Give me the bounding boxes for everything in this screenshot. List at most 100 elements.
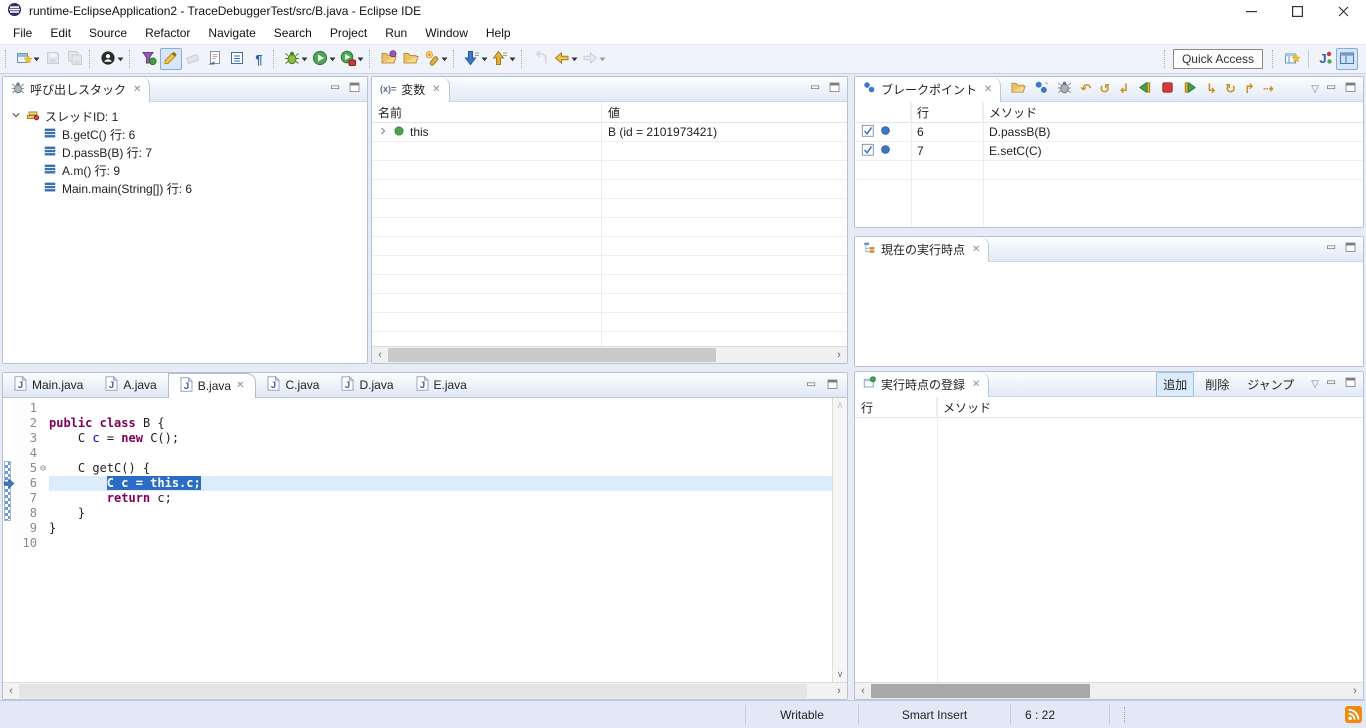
code-line[interactable]: 9} [3, 521, 832, 536]
back-step-return-button[interactable]: ↲ [1118, 82, 1129, 96]
stack-frame-item[interactable]: D.passB(B) 行: 7 [3, 143, 367, 161]
trace-tool-button[interactable] [138, 48, 160, 70]
scroll-left-icon[interactable]: ‹ [372, 349, 388, 361]
code-line[interactable]: 5⊖ C getC() { [3, 461, 832, 476]
close-view-icon[interactable]: ✕ [972, 379, 980, 390]
tab-breakpoints[interactable]: ブレークポイント ✕ [855, 77, 1001, 102]
minimize-view-icon[interactable] [1325, 81, 1338, 97]
line-margin[interactable] [3, 446, 15, 461]
scroll-down-icon[interactable]: ∨ [833, 669, 847, 680]
code-area[interactable]: 12public class B {3 C c = new C();45⊖ C … [3, 398, 832, 682]
dropdown-arrow-icon[interactable] [329, 57, 336, 62]
call-stack-thread[interactable]: スレッドID: 1 [3, 107, 367, 125]
back-step-over-button[interactable]: ↺ [1099, 82, 1110, 96]
line-number[interactable]: 4 [15, 446, 37, 461]
dropdown-arrow-icon[interactable] [117, 57, 124, 62]
menu-item-run[interactable]: Run [376, 23, 416, 43]
variable-row[interactable]: thisB (id = 2101973421) [372, 123, 847, 142]
expander-right-icon[interactable] [378, 125, 388, 139]
minimize-view-icon[interactable] [809, 81, 822, 97]
dropdown-arrow-icon[interactable] [357, 57, 364, 62]
close-tab-icon[interactable]: ✕ [236, 380, 244, 391]
debug-perspective-button[interactable] [1336, 48, 1358, 70]
minimize-view-icon[interactable] [1325, 376, 1338, 392]
code-line[interactable]: 4 [3, 446, 832, 461]
editor-vscrollbar[interactable]: ∧ ∨ [832, 398, 847, 682]
minimize-view-icon[interactable] [1325, 241, 1338, 257]
open-type-button[interactable] [378, 48, 400, 70]
line-number[interactable]: 10 [15, 536, 37, 551]
dropdown-arrow-icon[interactable] [599, 57, 606, 62]
dropdown-arrow-icon[interactable] [571, 57, 578, 62]
scroll-right-icon[interactable]: › [831, 685, 847, 697]
code-line[interactable]: 10 [3, 536, 832, 551]
minimize-view-icon[interactable] [329, 81, 342, 97]
editor-tab-C.java[interactable]: JC.java [256, 373, 330, 398]
view-menu-icon[interactable]: ▽ [1311, 84, 1319, 95]
prev-annotation-button[interactable] [490, 48, 518, 70]
menu-item-file[interactable]: File [4, 23, 41, 43]
column-header-line[interactable]: 行 [911, 102, 983, 122]
code-line[interactable]: 2public class B { [3, 416, 832, 431]
menu-item-source[interactable]: Source [80, 23, 136, 43]
run-coverage-button[interactable] [338, 48, 366, 70]
line-number[interactable]: 5 [15, 461, 37, 476]
tab-current-execution-point[interactable]: 現在の実行時点 ✕ [855, 237, 989, 262]
close-view-icon[interactable]: ✕ [984, 84, 992, 95]
line-number[interactable]: 1 [15, 401, 37, 416]
step-backward-button[interactable] [1137, 80, 1152, 98]
breakpoint-row[interactable]: 6D.passB(B) [855, 123, 1363, 142]
variables-hscrollbar[interactable]: ‹ › [372, 346, 847, 363]
code-line[interactable]: 3 C c = new C(); [3, 431, 832, 446]
stack-frame-item[interactable]: Main.main(String[]) 行: 6 [3, 179, 367, 197]
quick-access-box[interactable]: Quick Access [1173, 49, 1263, 69]
editor-tab-D.java[interactable]: JD.java [330, 373, 404, 398]
line-number[interactable]: 7 [15, 491, 37, 506]
stack-frame-item[interactable]: A.m() 行: 9 [3, 161, 367, 179]
maximize-view-icon[interactable] [1344, 81, 1357, 97]
column-header-name[interactable]: 名前 [372, 102, 602, 122]
breakpoint-row[interactable]: 7E.setC(C) [855, 142, 1363, 161]
tab-call-stack[interactable]: 呼び出しスタック ✕ [3, 77, 150, 102]
pilcrow-button[interactable]: ¶ [248, 48, 270, 70]
search-torch-button[interactable] [422, 48, 450, 70]
debug-button[interactable] [282, 48, 310, 70]
column-header-method[interactable]: メソッド [937, 397, 1363, 417]
scroll-left-icon[interactable]: ‹ [3, 685, 19, 697]
code-line[interactable]: 6 C c = this.c; [3, 476, 832, 491]
tab-variables[interactable]: (x)= 変数 ✕ [372, 77, 450, 102]
registry-hscrollbar[interactable]: ‹ › [855, 682, 1363, 699]
registry-action-削除[interactable]: 削除 [1198, 372, 1236, 397]
close-window-icon[interactable] [1320, 0, 1366, 22]
line-margin[interactable] [3, 416, 15, 431]
step-into-button[interactable]: ↳ [1206, 82, 1217, 96]
fold-marker[interactable]: ⊖ [37, 461, 49, 476]
maximize-editor-icon[interactable] [826, 378, 839, 394]
step-over-button[interactable]: ↻ [1225, 82, 1236, 96]
new-wizard-button[interactable] [14, 48, 42, 70]
terminate-button[interactable] [1160, 80, 1175, 98]
menu-item-search[interactable]: Search [265, 23, 321, 43]
expander-down-icon[interactable] [11, 109, 21, 123]
java-perspective-button[interactable]: J [1314, 48, 1336, 70]
skip-breakpoints-button[interactable] [1034, 80, 1049, 98]
close-view-icon[interactable]: ✕ [432, 84, 440, 95]
next-annotation-button[interactable] [462, 48, 490, 70]
registry-action-ジャンプ[interactable]: ジャンプ [1240, 372, 1301, 397]
step-return-button[interactable]: ↱ [1244, 82, 1255, 96]
column-header-method[interactable]: メソッド [983, 102, 1363, 122]
back-step-into-button[interactable]: ↶ [1080, 82, 1091, 96]
back-button[interactable] [552, 48, 580, 70]
line-number[interactable]: 6 [15, 476, 37, 491]
checkbox-checked-icon[interactable] [861, 143, 875, 160]
scroll-right-icon[interactable]: › [831, 349, 847, 361]
maximize-view-icon[interactable] [1344, 241, 1357, 257]
menu-item-navigate[interactable]: Navigate [199, 23, 264, 43]
editor-tab-Main.java[interactable]: JMain.java [3, 373, 94, 398]
open-perspective-button[interactable] [1281, 48, 1303, 70]
line-margin[interactable] [3, 401, 15, 416]
menu-item-window[interactable]: Window [416, 23, 477, 43]
dropdown-arrow-icon[interactable] [481, 57, 488, 62]
line-margin[interactable] [3, 536, 15, 551]
notification-feed-icon[interactable] [1345, 706, 1362, 726]
